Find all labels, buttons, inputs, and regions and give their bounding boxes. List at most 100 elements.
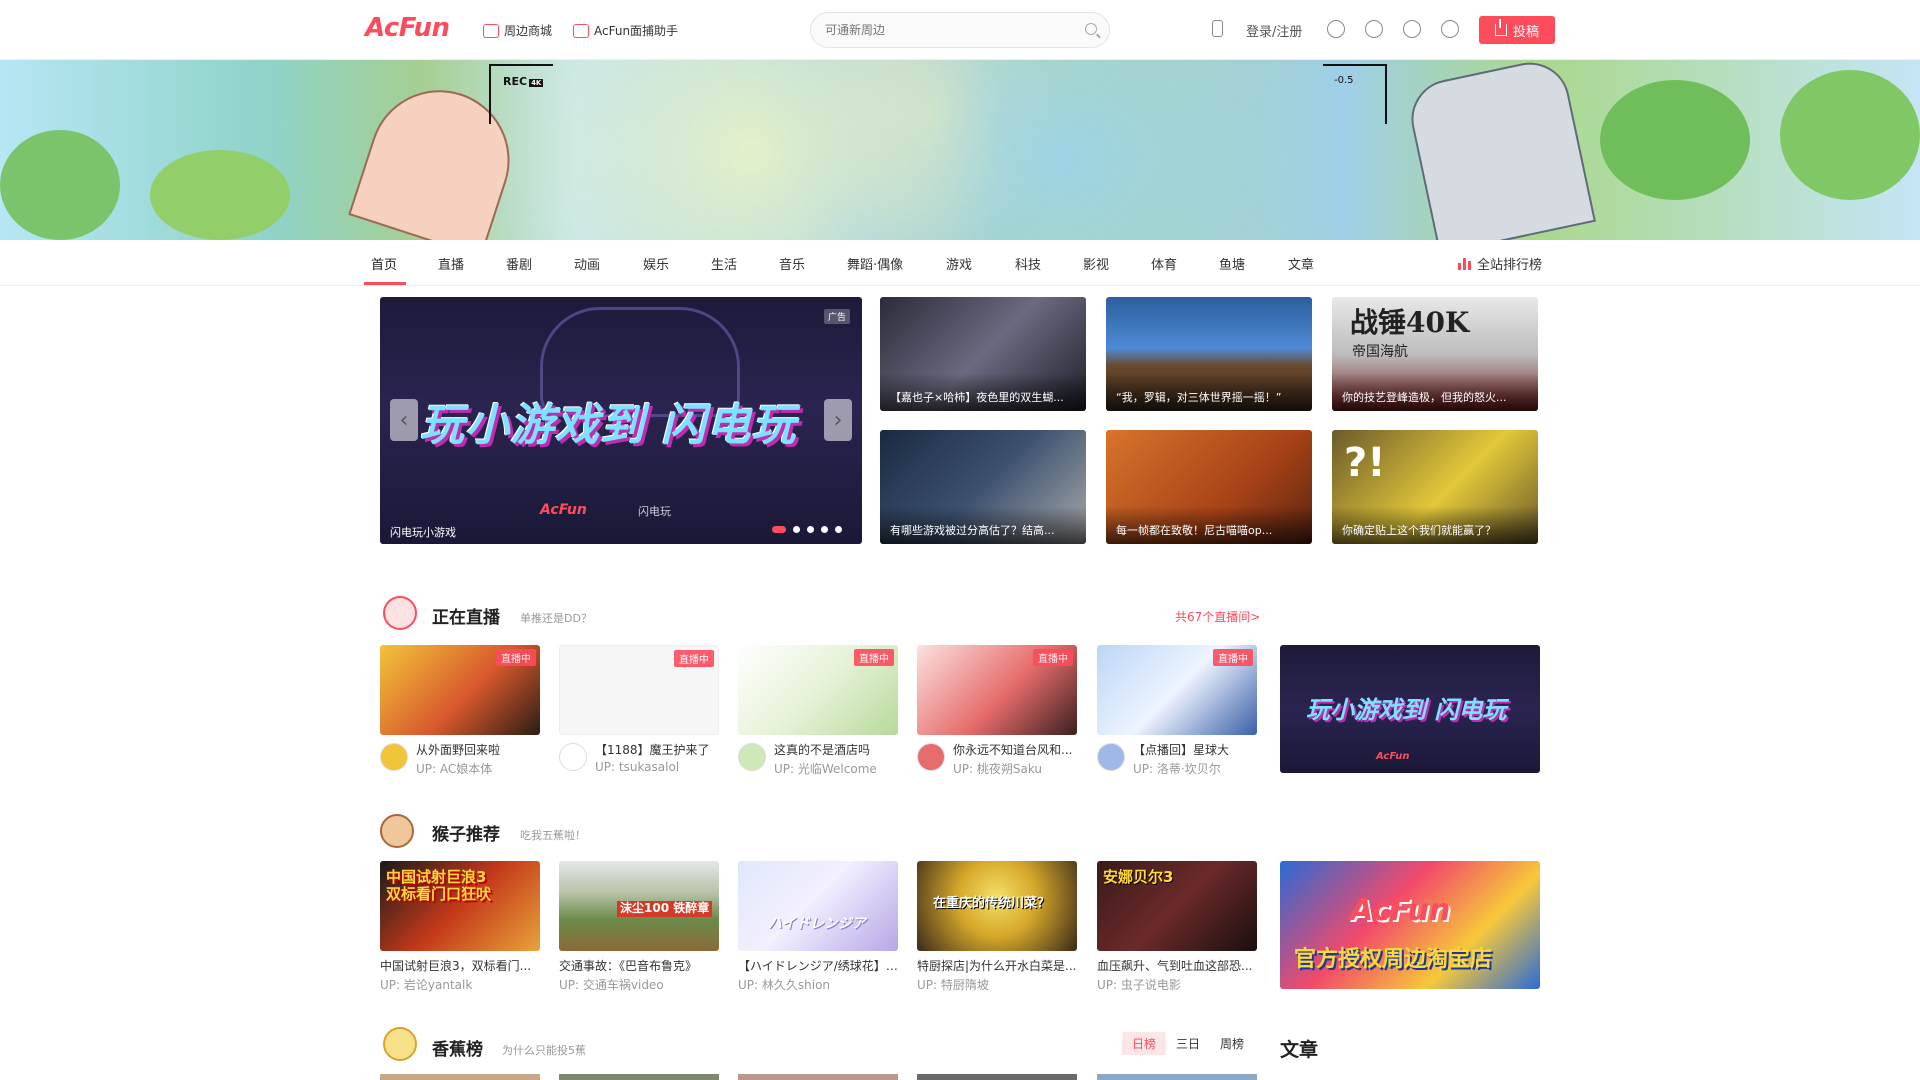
- history-icon[interactable]: [1365, 20, 1383, 38]
- live-badge: 直播中: [674, 650, 714, 667]
- featured-thumb[interactable]: 每一帧都在致敬！尼古喵喵op...: [1106, 430, 1312, 544]
- avatar[interactable]: [559, 743, 587, 771]
- bulb-icon[interactable]: [1441, 20, 1459, 38]
- tab-daily[interactable]: 日榜: [1122, 1032, 1167, 1055]
- featured-thumb[interactable]: 战锤40K 帝国海航 你的技艺登峰造极，但我的怒火...: [1332, 297, 1538, 411]
- upload-label: 投稿: [1512, 24, 1539, 40]
- merch-store-link[interactable]: 周边商城: [483, 22, 552, 39]
- thumb-question-mark: ?!: [1344, 440, 1386, 486]
- ranking-thumb-partial[interactable]: [559, 1074, 719, 1080]
- hero-carousel[interactable]: 玩小游戏到 闪电玩 广告 ‹ › AcFun 闪电玩 闪电玩小游戏: [380, 297, 862, 544]
- upload-button[interactable]: 投稿: [1479, 16, 1555, 44]
- video-thumbnail: 沫尘100 铁醉章: [559, 861, 719, 951]
- acfun-logo[interactable]: AcFun: [365, 13, 450, 43]
- video-card-uploader[interactable]: UP: 虫子说电影: [1097, 976, 1257, 993]
- message-icon[interactable]: [1327, 20, 1345, 38]
- ranking-link[interactable]: 全站排行榜: [1458, 254, 1542, 273]
- live-badge: 直播中: [1033, 649, 1073, 666]
- ranking-thumb-partial[interactable]: [380, 1074, 540, 1080]
- video-card-title: 中国试射巨浪3，双标看门...: [380, 959, 532, 973]
- promo-brand-logo: AcFun: [1376, 751, 1410, 762]
- live-card[interactable]: 直播中 你永远不知道台风和... UP: 桃夜朔Saku: [917, 645, 1077, 777]
- live-card[interactable]: 直播中 这真的不是酒店吗 UP: 光临Welcome: [738, 645, 898, 777]
- tab-weekly[interactable]: 周榜: [1210, 1032, 1254, 1055]
- search-icon[interactable]: [1085, 23, 1097, 35]
- live-thumbnail: 直播中: [559, 645, 719, 735]
- featured-thumb[interactable]: “我，罗辑，对三体世界摇一摇！”: [1106, 297, 1312, 411]
- featured-thumb-title: 有哪些游戏被过分高估了？结高...: [880, 506, 1086, 544]
- live-card[interactable]: 直播中 从外面野回来啦 UP: AC娘本体: [380, 645, 540, 777]
- header-banner: REC 4K -0.5: [0, 60, 1920, 240]
- live-more-link[interactable]: 共67个直播间>: [1175, 608, 1260, 625]
- banner-blur-scene: [480, 60, 1380, 240]
- taobao-store-banner[interactable]: AcFun 官方授权周边淘宝店: [1280, 861, 1540, 989]
- carousel-dot[interactable]: [772, 526, 786, 533]
- carousel-dot[interactable]: [807, 526, 814, 533]
- avatar[interactable]: [1097, 743, 1125, 771]
- carousel-prev-button[interactable]: ‹: [390, 399, 418, 441]
- carousel-dot[interactable]: [835, 526, 842, 533]
- live-promo-banner[interactable]: 玩小游戏到 闪电玩 AcFun: [1280, 645, 1540, 773]
- avatar[interactable]: [380, 743, 408, 771]
- video-card[interactable]: ハイドレンジア 【ハイドレンジア/绣球花】c... UP: 林久久shion: [738, 861, 898, 993]
- featured-thumb[interactable]: 有哪些游戏被过分高估了？结高...: [880, 430, 1086, 544]
- video-card[interactable]: 中国试射巨浪3 双标看门口狂吠 中国试射巨浪3，双标看门... UP: 岩论ya…: [380, 861, 540, 993]
- nav-dance[interactable]: 舞蹈·偶像: [847, 254, 903, 273]
- video-card[interactable]: 在重庆的传统川菜？ 特厨探店|为什么开水白菜是... UP: 特厨隋坡: [917, 861, 1077, 993]
- nav-entertainment[interactable]: 娱乐: [643, 254, 669, 273]
- nav-game[interactable]: 游戏: [946, 254, 972, 273]
- video-card-uploader[interactable]: UP: 交通车祸video: [559, 976, 719, 993]
- carousel-next-button[interactable]: ›: [824, 399, 852, 441]
- thumb-image-text: 安娜贝尔3: [1103, 868, 1174, 886]
- nav-bangumi[interactable]: 番剧: [506, 254, 532, 273]
- nav-life[interactable]: 生活: [711, 254, 737, 273]
- nav-animation[interactable]: 动画: [574, 254, 600, 273]
- nav-live[interactable]: 直播: [438, 254, 464, 273]
- video-thumbnail: 在重庆的传统川菜？: [917, 861, 1077, 951]
- thumb-image-text: 帝国海航: [1352, 344, 1408, 360]
- carousel-dot[interactable]: [793, 526, 800, 533]
- nav-home[interactable]: 首页: [371, 254, 397, 273]
- carousel-dot[interactable]: [821, 526, 828, 533]
- video-card-uploader[interactable]: UP: 特厨隋坡: [917, 976, 1077, 993]
- live-section-subtitle: 单推还是DD？: [520, 612, 592, 625]
- video-card[interactable]: 沫尘100 铁醉章 交通事故：《巴音布鲁克》 UP: 交通车祸video: [559, 861, 719, 993]
- nav-music[interactable]: 音乐: [779, 254, 805, 273]
- video-card-uploader[interactable]: UP: 岩论yantalk: [380, 976, 540, 993]
- nav-tech[interactable]: 科技: [1015, 254, 1041, 273]
- live-thumbnail: 直播中: [380, 645, 540, 735]
- featured-thumb[interactable]: 【嘉也子×哈柿】夜色里的双生蝴...: [880, 297, 1086, 411]
- ranking-thumb-partial[interactable]: [738, 1074, 898, 1080]
- ranking-thumb-partial[interactable]: [917, 1074, 1077, 1080]
- login-link[interactable]: 登录/注册: [1246, 21, 1302, 40]
- store-icon: [483, 23, 499, 38]
- live-card[interactable]: 直播中 【1188】魔王护来了 UP: tsukasalol: [559, 645, 719, 774]
- banner-tree: [150, 150, 290, 240]
- search-input[interactable]: [811, 13, 1061, 47]
- nav-film[interactable]: 影视: [1083, 254, 1109, 273]
- active-nav-underline: [364, 282, 406, 285]
- video-card[interactable]: 安娜贝尔3 血压飙升、气到吐血这部恐... UP: 虫子说电影: [1097, 861, 1257, 993]
- video-thumbnail: 中国试射巨浪3 双标看门口狂吠: [380, 861, 540, 951]
- avatar[interactable]: [917, 743, 945, 771]
- ranking-label: 全站排行榜: [1477, 258, 1543, 273]
- live-camera-icon: [383, 596, 417, 630]
- avatar[interactable]: [738, 743, 766, 771]
- face-capture-link[interactable]: AcFun面捕助手: [573, 22, 678, 39]
- camera-icon: [573, 23, 589, 38]
- live-card[interactable]: 直播中 【点播回】星球大 UP: 洛蒂·坎贝尔: [1097, 645, 1257, 777]
- hero-caption: 闪电玩小游戏: [390, 526, 456, 539]
- favorites-icon[interactable]: [1403, 20, 1421, 38]
- featured-thumb[interactable]: ?! 你确定贴上这个我们就能赢了？: [1332, 430, 1538, 544]
- video-card-uploader[interactable]: UP: 林久久shion: [738, 976, 898, 993]
- thumb-image-text: 在重庆的传统川菜？: [933, 896, 1051, 911]
- mobile-icon[interactable]: [1212, 20, 1223, 37]
- nav-sports[interactable]: 体育: [1151, 254, 1177, 273]
- featured-thumb-title: “我，罗辑，对三体世界摇一摇！”: [1106, 373, 1312, 411]
- nav-article[interactable]: 文章: [1288, 254, 1314, 273]
- ranking-thumb-partial[interactable]: [1097, 1074, 1257, 1080]
- nav-fishpond[interactable]: 鱼塘: [1219, 254, 1245, 273]
- promo-store-text: 官方授权周边淘宝店: [1294, 947, 1493, 972]
- tab-three-day[interactable]: 三日: [1166, 1032, 1210, 1055]
- banana-rank-tabs: 日榜 三日 周榜: [1122, 1032, 1254, 1055]
